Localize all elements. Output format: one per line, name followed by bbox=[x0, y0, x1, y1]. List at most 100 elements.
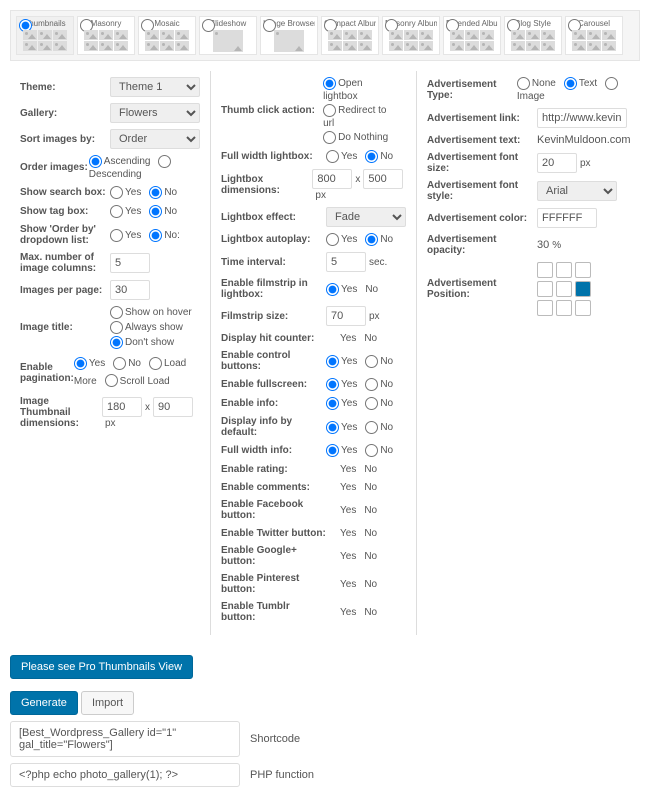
pag-yes-text: Yes bbox=[89, 358, 105, 369]
fs-yes-radio[interactable] bbox=[326, 378, 339, 391]
title-always-radio[interactable] bbox=[110, 321, 123, 334]
infodef-yes-radio[interactable] bbox=[326, 421, 339, 434]
thdim-w-input[interactable] bbox=[102, 397, 142, 417]
import-button[interactable]: Import bbox=[81, 691, 134, 715]
gallery-type-image-browser[interactable]: Image Browser bbox=[260, 16, 318, 55]
pos-ml[interactable] bbox=[537, 281, 553, 297]
tag-no-radio[interactable] bbox=[149, 205, 162, 218]
orderby-no-radio[interactable] bbox=[149, 229, 162, 242]
auto-no-radio[interactable] bbox=[365, 233, 378, 246]
pos-bc[interactable] bbox=[556, 300, 572, 316]
pos-tr[interactable] bbox=[575, 262, 591, 278]
adlink-input[interactable] bbox=[537, 108, 627, 128]
perpage-input[interactable] bbox=[110, 280, 150, 300]
fsize-input[interactable] bbox=[326, 306, 366, 326]
pag-yes-radio[interactable] bbox=[74, 357, 87, 370]
ldim-h-input[interactable] bbox=[363, 169, 403, 189]
column-general: Theme:Theme 1 Gallery:Flowers Sort image… bbox=[10, 71, 210, 635]
film-yes-radio[interactable] bbox=[326, 283, 339, 296]
shortcode-label: Shortcode bbox=[250, 733, 300, 745]
click-label: Thumb click action: bbox=[221, 105, 323, 116]
click-redir-radio[interactable] bbox=[323, 104, 336, 117]
click-nothing-radio[interactable] bbox=[323, 131, 336, 144]
tag-yes-radio[interactable] bbox=[110, 205, 123, 218]
gallery-type-blog-style[interactable]: Blog Style bbox=[504, 16, 562, 55]
adpos-label: Advertisement Position: bbox=[427, 278, 537, 300]
interval-input[interactable] bbox=[326, 252, 366, 272]
adcolor-input[interactable] bbox=[537, 208, 597, 228]
maxcol-input[interactable] bbox=[110, 253, 150, 273]
fs-no-radio[interactable] bbox=[365, 378, 378, 391]
auto-yes-radio[interactable] bbox=[326, 233, 339, 246]
perpage-label: Images per page: bbox=[20, 285, 110, 296]
ldim-label: Lightbox dimensions: bbox=[221, 174, 312, 196]
search-yes-text: Yes bbox=[125, 187, 141, 198]
adtype-image-radio[interactable] bbox=[605, 77, 618, 90]
pos-br[interactable] bbox=[575, 300, 591, 316]
fwi-no-radio[interactable] bbox=[365, 444, 378, 457]
search-yes-radio[interactable] bbox=[110, 186, 123, 199]
ldim-w-input[interactable] bbox=[312, 169, 352, 189]
adtype-none-radio[interactable] bbox=[517, 77, 530, 90]
infodef-no-radio[interactable] bbox=[365, 421, 378, 434]
shortcode-box[interactable]: [Best_Wordpress_Gallery id="1" gal_title… bbox=[10, 721, 240, 757]
gallery-type-slideshow[interactable]: Slideshow bbox=[199, 16, 257, 55]
pag-loadmore-radio[interactable] bbox=[149, 357, 162, 370]
film-yes-text: Yes bbox=[341, 284, 357, 295]
rate-no-text: No bbox=[364, 464, 377, 475]
info-label: Enable info: bbox=[221, 398, 326, 409]
title-label: Image title: bbox=[20, 322, 110, 333]
fwl-no-radio[interactable] bbox=[365, 150, 378, 163]
thdim-h-input[interactable] bbox=[153, 397, 193, 417]
fb-no-text: No bbox=[364, 505, 377, 516]
gallery-type-masonry-album[interactable]: Masonry Album bbox=[382, 16, 440, 55]
maxcol-label: Max. number of image columns: bbox=[20, 252, 110, 274]
hit-no-text: No bbox=[364, 333, 377, 344]
pro-view-button[interactable]: Please see Pro Thumbnails View bbox=[10, 655, 193, 679]
gallery-type-thumbnails[interactable]: Thumbnails bbox=[16, 16, 74, 55]
pos-tc[interactable] bbox=[556, 262, 572, 278]
gallery-type-masonry[interactable]: Masonry bbox=[77, 16, 135, 55]
adopac-value: 30 bbox=[537, 239, 549, 251]
fwi-yes-radio[interactable] bbox=[326, 444, 339, 457]
order-asc-radio[interactable] bbox=[89, 155, 102, 168]
gallery-type-extended-album[interactable]: Extended Album bbox=[443, 16, 501, 55]
pag-scroll-radio[interactable] bbox=[105, 374, 118, 387]
order-desc-radio[interactable] bbox=[158, 155, 171, 168]
pos-mr[interactable] bbox=[575, 281, 591, 297]
theme-select[interactable]: Theme 1 bbox=[110, 77, 200, 97]
fwl-label: Full width lightbox: bbox=[221, 151, 326, 162]
orderby-yes-radio[interactable] bbox=[110, 229, 123, 242]
effect-select[interactable]: Fade bbox=[326, 207, 406, 227]
pos-tl[interactable] bbox=[537, 262, 553, 278]
search-no-radio[interactable] bbox=[149, 186, 162, 199]
gallery-select[interactable]: Flowers bbox=[110, 103, 200, 123]
tw-no-text: No bbox=[364, 528, 377, 539]
adsize-input[interactable] bbox=[537, 153, 577, 173]
ctrl-yes-radio[interactable] bbox=[326, 355, 339, 368]
fwl-yes-radio[interactable] bbox=[326, 150, 339, 163]
info-no-radio[interactable] bbox=[365, 397, 378, 410]
infodef-no-text: No bbox=[380, 422, 393, 433]
sort-select[interactable]: Order bbox=[110, 129, 200, 149]
ctrl-no-radio[interactable] bbox=[365, 355, 378, 368]
fs-yes-text: Yes bbox=[341, 379, 357, 390]
search-label: Show search box: bbox=[20, 187, 110, 198]
fwl-no-text: No bbox=[380, 151, 393, 162]
adtype-text-radio[interactable] bbox=[564, 77, 577, 90]
title-hover-radio[interactable] bbox=[110, 306, 123, 319]
gallery-type-mosaic[interactable]: Mosaic bbox=[138, 16, 196, 55]
gallery-type-compact-album[interactable]: Compact Album bbox=[321, 16, 379, 55]
php-box[interactable]: <?php echo photo_gallery(1); ?> bbox=[10, 763, 240, 787]
adsize-label: Advertisement font size: bbox=[427, 152, 537, 174]
click-open-radio[interactable] bbox=[323, 77, 336, 90]
gallery-type-carousel[interactable]: Carousel bbox=[565, 16, 623, 55]
pos-mc[interactable] bbox=[556, 281, 572, 297]
title-dont-radio[interactable] bbox=[110, 336, 123, 349]
generate-button[interactable]: Generate bbox=[10, 691, 78, 715]
pag-no-radio[interactable] bbox=[113, 357, 126, 370]
adstyle-select[interactable]: Arial bbox=[537, 181, 617, 201]
pos-bl[interactable] bbox=[537, 300, 553, 316]
gp-no-text: No bbox=[364, 551, 377, 562]
info-yes-radio[interactable] bbox=[326, 397, 339, 410]
